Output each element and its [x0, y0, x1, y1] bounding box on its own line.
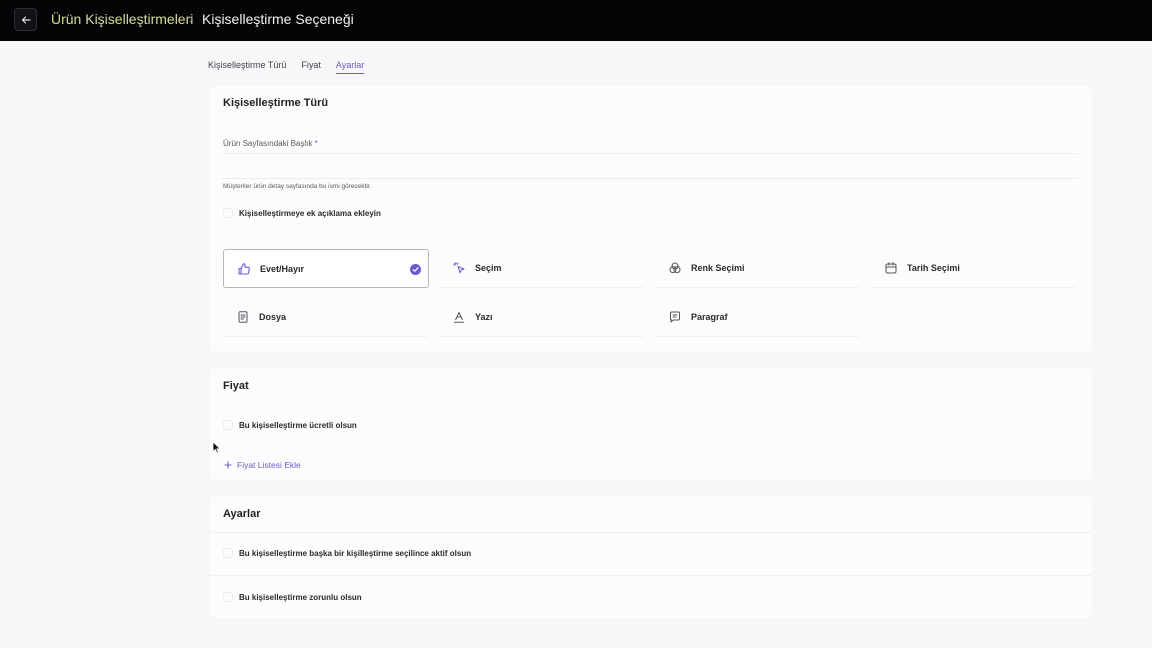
calendar-icon [883, 260, 899, 276]
text-a-icon [451, 309, 467, 325]
file-icon [235, 309, 251, 325]
back-button[interactable] [14, 8, 37, 31]
price-section-card: Fiyat Bu kişiselleştirme ücretli olsun F… [210, 368, 1092, 480]
thumbs-up-icon [236, 261, 252, 277]
option-yazi[interactable]: Yazı [439, 298, 645, 337]
option-renk-secimi[interactable]: Renk Seçimi [655, 249, 861, 288]
tab-fiyat[interactable]: Fiyat [301, 60, 321, 74]
option-tarih-secimi[interactable]: Tarih Seçimi [871, 249, 1077, 288]
description-checkbox-label: Kişiselleştirmeye ek açıklama ekleyin [239, 208, 381, 218]
settings-section-card: Ayarlar Bu kişiselleştirme başka bir kiş… [210, 496, 1092, 618]
option-label: Tarih Seçimi [907, 263, 960, 273]
option-label: Dosya [259, 312, 287, 322]
arrow-left-icon [21, 15, 31, 24]
type-section-card: Kişiselleştirme Türü Ürün Sayfasındaki B… [210, 86, 1092, 352]
option-paragraf[interactable]: Paragraf [655, 298, 861, 337]
title-field-label-text: Ürün Sayfasındaki Başlık [223, 139, 313, 148]
option-dosya[interactable]: Dosya [223, 298, 429, 337]
tab-ayarlar[interactable]: Ayarlar [335, 60, 365, 74]
required-checkbox-label: Bu kişiselleştirme zorunlu olsun [239, 592, 362, 602]
option-evet-hayir[interactable]: Evet/Hayır [223, 249, 429, 288]
type-section-title: Kişiselleştirme Türü [223, 97, 329, 109]
required-checkbox[interactable] [223, 592, 233, 602]
field-underline [223, 178, 1078, 179]
add-price-list-label: Fiyat Listesi Ekle [237, 460, 301, 470]
required-mark: * [314, 139, 318, 148]
settings-divider [210, 575, 1092, 576]
pointer-click-icon [451, 260, 467, 276]
plus-icon [224, 461, 232, 469]
conditional-checkbox-row[interactable]: Bu kişiselleştirme başka bir kişilleştir… [223, 548, 471, 558]
mouse-cursor-icon [212, 441, 221, 454]
description-checkbox[interactable] [223, 208, 233, 218]
selected-check-icon [410, 264, 421, 275]
settings-divider [210, 532, 1092, 533]
conditional-checkbox[interactable] [223, 548, 233, 558]
page-title: Kişiselleştirme Seçeneği [202, 11, 354, 27]
tab-kisisellestirme-turu[interactable]: Kişiselleştirme Türü [208, 60, 286, 74]
color-circles-icon [667, 260, 683, 276]
paid-checkbox[interactable] [223, 420, 233, 430]
paid-checkbox-row[interactable]: Bu kişiselleştirme ücretli olsun [223, 420, 357, 430]
add-price-list-link[interactable]: Fiyat Listesi Ekle [224, 460, 301, 470]
description-checkbox-row[interactable]: Kişiselleştirmeye ek açıklama ekleyin [223, 208, 381, 218]
price-section-title: Fiyat [223, 380, 249, 392]
option-label: Evet/Hayır [260, 264, 305, 274]
paid-checkbox-label: Bu kişiselleştirme ücretli olsun [239, 420, 357, 430]
section-tabs: Kişiselleştirme Türü Fiyat Ayarlar [208, 60, 365, 74]
product-page-title-input[interactable] [223, 154, 1078, 178]
title-field-hint: Müşteriler ürün detay sayfasında bu ismi… [223, 183, 372, 190]
option-label: Seçim [475, 263, 502, 273]
message-text-icon [667, 309, 683, 325]
top-bar: Ürün Kişiselleştirmeleri › Kişiselleştir… [0, 0, 1152, 41]
option-label: Yazı [475, 312, 493, 322]
option-label: Renk Seçimi [691, 263, 745, 273]
conditional-checkbox-label: Bu kişiselleştirme başka bir kişilleştir… [239, 548, 472, 558]
breadcrumb-separator: › [189, 11, 194, 26]
title-field-label: Ürün Sayfasındaki Başlık * [223, 139, 318, 148]
settings-section-title: Ayarlar [223, 508, 261, 520]
breadcrumb-parent-link[interactable]: Ürün Kişiselleştirmeleri [51, 11, 193, 27]
option-label: Paragraf [691, 312, 728, 322]
option-secim[interactable]: Seçim [439, 249, 645, 288]
required-checkbox-row[interactable]: Bu kişiselleştirme zorunlu olsun [223, 592, 362, 602]
